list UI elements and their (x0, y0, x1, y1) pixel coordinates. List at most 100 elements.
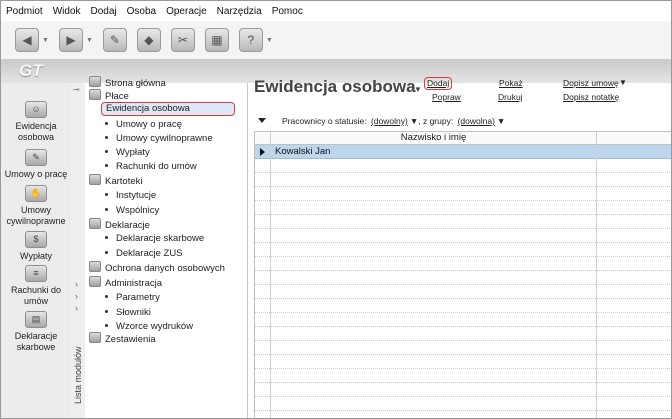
tree-item-ewidencja-osobowa[interactable]: Ewidencja osobowa (101, 102, 235, 116)
chevron-right-icon[interactable]: › (75, 279, 78, 289)
tree-item-parametry[interactable]: Parametry (105, 291, 160, 304)
tree-label: Ochrona danych osobowych (105, 263, 225, 274)
bullet-icon (105, 236, 108, 239)
chevron-right-icon[interactable]: › (75, 291, 78, 301)
menu-widok[interactable]: Widok (48, 6, 86, 17)
tree-ochrona-danych[interactable]: Ochrona danych osobowych (89, 261, 225, 274)
table-row[interactable]: Kowalski Jan (255, 145, 671, 159)
nav-label: Ewidencja osobowa (15, 121, 57, 142)
menu-bar: Podmiot Widok Dodaj Osoba Operacje Narzę… (1, 1, 671, 21)
folder-icon (89, 89, 101, 100)
tree-item-instytucje[interactable]: Instytucje (105, 189, 156, 202)
nav-ewidencja-osobowa[interactable]: ☺ Ewidencja osobowa (1, 101, 71, 143)
add-note-button[interactable]: Dopisz notatkę (563, 92, 619, 102)
chevron-right-icon[interactable]: › (75, 303, 78, 313)
tree-administracja[interactable]: Administracja (89, 276, 162, 289)
grid-row-line (255, 410, 671, 411)
bullet-icon (105, 136, 108, 139)
chevron-down-icon[interactable]: ▼ (497, 116, 505, 126)
chevron-down-icon[interactable]: ▼ (42, 37, 49, 44)
nav-label: Umowy cywilnoprawne (6, 205, 66, 226)
logo: GT (19, 61, 43, 80)
tree-label: Deklaracje skarbowe (116, 233, 205, 244)
report-icon (89, 332, 101, 343)
menu-pomoc[interactable]: Pomoc (267, 6, 308, 17)
grid-row-line (255, 214, 671, 215)
add-button[interactable]: Dodaj (424, 77, 453, 90)
tree-label: Deklaracje ZUS (116, 248, 183, 259)
nav-deklaracje-skarbowe[interactable]: ▤ Deklaracje skarbowe (1, 311, 71, 353)
tree-item-slowniki[interactable]: Słowniki (105, 306, 151, 319)
add-contract-button[interactable]: Dopisz umowę (563, 78, 619, 88)
tree-item-rachunki-do-umow[interactable]: Rachunki do umów (105, 160, 197, 173)
status-filter-select[interactable]: (dowolny) (371, 116, 408, 126)
employee-grid: Nazwisko i imię Kowalski Jan (254, 131, 671, 418)
eraser-icon: ◆ (136, 28, 161, 52)
nav-label: Rachunki do umów (10, 285, 62, 306)
tree-label: Wypłaty (116, 147, 150, 158)
tools-button[interactable]: ✂ (170, 28, 195, 52)
tree-kartoteki[interactable]: Kartoteki (89, 174, 143, 187)
nav-wyplaty[interactable]: $ Wypłaty (1, 231, 71, 262)
tree-item-wyplaty[interactable]: Wypłaty (105, 146, 150, 159)
chevron-down-icon[interactable]: ▼ (414, 85, 422, 94)
tree-deklaracje[interactable]: Deklaracje (89, 218, 150, 231)
tree-label: Strona główna (105, 78, 166, 89)
show-button[interactable]: Pokaż (499, 78, 523, 88)
tree-label: Słowniki (116, 307, 151, 318)
nav-label: Umowy o pracę (4, 169, 68, 179)
edit-button[interactable]: Popraw (432, 92, 461, 102)
home-icon (89, 76, 101, 87)
menu-podmiot[interactable]: Podmiot (1, 6, 48, 17)
nav-umowy-o-prace[interactable]: ✎ Umowy o pracę (1, 149, 71, 180)
grid-column-divider (596, 132, 597, 418)
tree-label: Umowy cywilnoprawne (116, 133, 213, 144)
chevron-down-icon[interactable]: ▼ (619, 78, 627, 87)
chevron-down-icon[interactable]: ▼ (410, 116, 418, 126)
collapse-icon[interactable] (258, 118, 266, 123)
group-filter-select[interactable]: (dowolna) (458, 116, 495, 126)
menu-osoba[interactable]: Osoba (122, 6, 161, 17)
tree-zestawienia[interactable]: Zestawienia (89, 332, 156, 345)
column-header-name[interactable]: Nazwisko i imię (271, 132, 596, 144)
chevron-down-icon[interactable]: ▼ (86, 37, 93, 44)
nav-rachunki-do-umow[interactable]: ≡ Rachunki do umów (1, 265, 71, 307)
back-icon: ◀ (15, 28, 39, 52)
bullet-icon (105, 295, 108, 298)
chevron-down-icon[interactable]: ▼ (266, 37, 273, 44)
tree-item-umowy-o-prace[interactable]: Umowy o pracę (105, 118, 182, 131)
print-button[interactable]: Drukuj (498, 92, 523, 102)
gear-icon (89, 276, 101, 287)
pin-icon[interactable]: ⊸ (73, 85, 80, 94)
group-filter-label: , z grupy: (418, 116, 454, 126)
tree-item-umowy-cywilnoprawne[interactable]: Umowy cywilnoprawne (105, 132, 213, 145)
tree-strona-glowna[interactable]: Strona główna (89, 76, 166, 89)
nav-label: Wypłaty (20, 251, 52, 261)
employee-name: Kowalski Jan (275, 146, 331, 157)
tree-label: Zestawienia (105, 334, 156, 345)
tree-item-wspolnicy[interactable]: Wspólnicy (105, 204, 159, 217)
stamp-button[interactable]: ✎ (102, 28, 127, 52)
grid-row-line (255, 228, 671, 229)
tree-item-deklaracje-skarbowe[interactable]: Deklaracje skarbowe (105, 232, 204, 245)
module-list-label[interactable]: Lista modułów (73, 346, 83, 404)
back-button[interactable]: ◀ ▼ (15, 28, 49, 52)
tree-label: Płace (105, 91, 129, 102)
tree-item-deklaracje-zus[interactable]: Deklaracje ZUS (105, 247, 183, 260)
grid-row-line (255, 382, 671, 383)
help-button[interactable]: ? ▼ (238, 28, 273, 52)
navigation-tree: Strona główna Płace Ewidencja osobowa Um… (85, 76, 248, 418)
eraser-button[interactable]: ◆ (136, 28, 161, 52)
row-pointer-icon (260, 148, 265, 156)
menu-dodaj[interactable]: Dodaj (85, 6, 121, 17)
grid-row-line (255, 186, 671, 187)
calculator-button[interactable]: ▦ (204, 28, 229, 52)
menu-operacje[interactable]: Operacje (161, 6, 212, 17)
module-list-bar: ⊸ › › › Lista modułów (71, 83, 86, 418)
tree-place[interactable]: Płace (89, 89, 129, 102)
nav-umowy-cywilnoprawne[interactable]: ✋ Umowy cywilnoprawne (1, 185, 71, 227)
forward-button[interactable]: ▶ ▼ (58, 28, 93, 52)
menu-narzedzia[interactable]: Narzędzia (212, 6, 267, 17)
tree-label: Ewidencja osobowa (106, 103, 190, 114)
tree-label: Administracja (105, 278, 163, 289)
